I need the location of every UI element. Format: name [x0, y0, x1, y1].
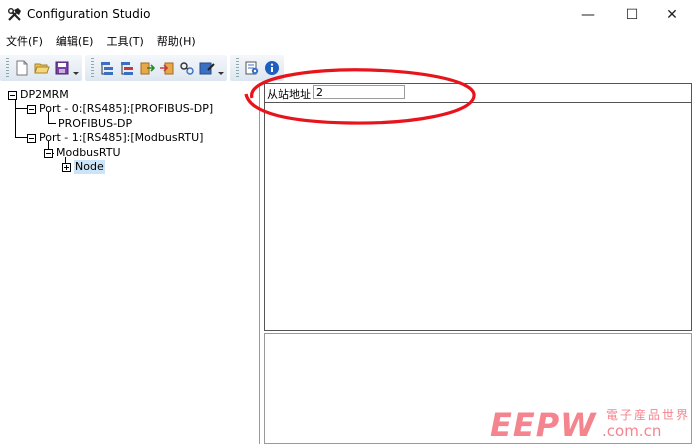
maximize-button[interactable]: ☐ [615, 0, 649, 30]
toolbar-overflow-icon[interactable] [217, 58, 225, 78]
tree-node-profibus[interactable]: PROFIBUS-DP [58, 117, 132, 131]
watermark-url: .com.cn [602, 422, 662, 440]
minimize-button[interactable]: — [571, 0, 605, 30]
menu-file[interactable]: 文件(F) [0, 33, 50, 49]
menu-help[interactable]: 帮助(H) [151, 33, 203, 49]
collapse-icon[interactable] [8, 91, 17, 100]
property-pane: 从站地址 2 [264, 83, 692, 331]
tree-connector [15, 99, 16, 137]
export-icon[interactable] [157, 58, 177, 78]
slave-address-input[interactable]: 2 [313, 85, 405, 99]
save-icon[interactable] [52, 58, 72, 78]
toolbar [0, 54, 692, 82]
toolbar-group-help [230, 55, 284, 81]
collapse-icon[interactable] [27, 134, 36, 143]
tree-node-modbusrtu[interactable]: ModbusRTU [56, 146, 121, 160]
collapse-icon[interactable] [27, 105, 36, 114]
toolbar-overflow-icon[interactable] [72, 58, 80, 78]
watermark-logo: EEPW [490, 406, 597, 444]
toolbar-group-file [0, 55, 82, 81]
expand-icon[interactable] [62, 163, 71, 172]
info-icon[interactable] [262, 58, 282, 78]
toolbar-grip[interactable] [91, 58, 94, 78]
slave-address-row: 从站地址 2 [265, 84, 691, 103]
watermark-chinese: 電子産品世界 [606, 408, 691, 422]
toolbar-grip[interactable] [6, 58, 9, 78]
tree-connector [48, 123, 56, 124]
window-title: Configuration Studio [27, 7, 151, 21]
open-folder-icon[interactable] [32, 58, 52, 78]
delete-item-icon[interactable] [117, 58, 137, 78]
menu-tools[interactable]: 工具(T) [100, 33, 150, 49]
tree-node-port1[interactable]: Port - 1:[RS485]:[ModbusRTU] [39, 131, 203, 145]
menu-edit[interactable]: 编辑(E) [50, 33, 101, 49]
close-button[interactable]: ✕ [655, 0, 689, 30]
slave-address-label: 从站地址 [267, 88, 311, 101]
add-item-icon[interactable] [97, 58, 117, 78]
menu-bar: 文件(F) 编辑(E) 工具(T) 帮助(H) [0, 32, 692, 50]
title-bar: Configuration Studio — ☐ ✕ [0, 0, 692, 30]
tree-node-root[interactable]: DP2MRM [20, 88, 69, 102]
edit-icon[interactable] [197, 58, 217, 78]
watermark: EEPW 電子産品世界 .com.cn [490, 405, 691, 444]
tree-node-node[interactable]: Node [74, 160, 105, 174]
settings-icon[interactable] [242, 58, 262, 78]
tree-connector [15, 108, 27, 109]
tree-node-port0[interactable]: Port - 0:[RS485]:[PROFIBUS-DP] [39, 102, 213, 116]
tree-connector [15, 137, 27, 138]
toolbar-group-edit [85, 55, 227, 81]
device-tree[interactable]: DP2MRM Port - 0:[RS485]:[PROFIBUS-DP] PR… [1, 83, 260, 444]
tools-icon [7, 7, 23, 23]
connect-icon[interactable] [177, 58, 197, 78]
collapse-icon[interactable] [44, 149, 53, 158]
import-icon[interactable] [137, 58, 157, 78]
new-file-icon[interactable] [12, 58, 32, 78]
toolbar-grip[interactable] [236, 58, 239, 78]
